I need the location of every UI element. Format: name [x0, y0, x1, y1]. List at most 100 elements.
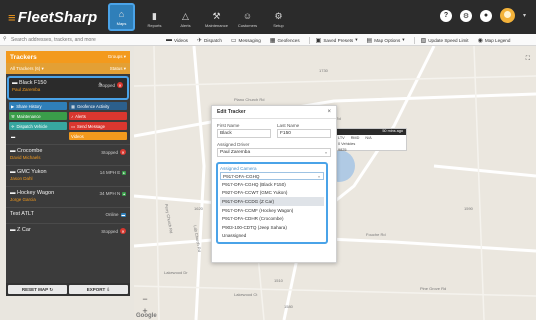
nav-maintenance[interactable]: ⚒ Maintenance — [201, 3, 232, 31]
close-icon[interactable]: × — [327, 109, 331, 115]
camera-option-unassigned[interactable]: Unassigned — [220, 232, 324, 241]
assigned-camera-label: Assigned Camera — [220, 166, 257, 171]
moving-icon: ▴ — [122, 191, 126, 196]
message-icon: ▭ — [71, 123, 75, 129]
tracker-item[interactable]: ▬ Crocombe David Michaels Stopped ✕ — [6, 144, 130, 165]
stopped-icon: ✕ — [120, 228, 126, 234]
videos-button[interactable]: ▬ Videos — [166, 37, 188, 43]
road-east — [433, 164, 536, 178]
road-s-church — [192, 46, 206, 320]
road-label: 1510 — [274, 278, 283, 283]
road-label: 1730 — [319, 68, 328, 73]
reset-map-button[interactable]: RESET MAP ↻ — [8, 285, 67, 294]
export-button[interactable]: EXPORT ⇩ — [69, 285, 128, 294]
search-input[interactable] — [4, 36, 130, 44]
last-name-group: Last Name F150 — [277, 123, 331, 138]
camera-option[interactable]: P917-DFA-CDHR (Crocombe) — [220, 214, 324, 223]
nav-customers[interactable]: ☺ Customers — [232, 3, 263, 31]
chevron-down-icon[interactable]: ▾ — [523, 12, 526, 19]
camera-option[interactable]: P917-DFA-CGHQ (Black F150) — [220, 180, 324, 189]
tracker-item-selected[interactable]: ▬ Black F150 Paul Zaremba ✎ Stopped ✕ — [7, 76, 129, 100]
wrench-icon: ⚒ — [11, 113, 15, 119]
map-options-button[interactable]: ▤ Map Options ▾ — [367, 37, 405, 44]
dispatch-button[interactable]: ✈ Dispatch — [197, 37, 222, 44]
logo-icon: ≡ — [8, 10, 16, 25]
fullscreen-icon[interactable]: ⛶ — [526, 56, 530, 63]
nav-reports[interactable]: ▮ Reports — [139, 3, 170, 31]
main-nav: ⌂ Maps ▮ Reports △ Alerts ⚒ Maintenance … — [108, 3, 294, 31]
status-sort-dropdown[interactable]: Status ▾ — [110, 66, 126, 72]
save-icon: ▣ — [315, 37, 322, 44]
camera-option[interactable]: P927-DFA-CCWT (GMC Yukon) — [220, 189, 324, 198]
last-name-field[interactable]: F150 — [277, 129, 331, 138]
sidebar-title: Trackers — [10, 53, 37, 61]
assigned-driver-select[interactable]: Paul Zaremba ▿ — [217, 148, 331, 157]
tracker-driver: Jason Dahl — [10, 176, 33, 181]
message-icon: ▭ — [230, 37, 237, 44]
camera-option-highlighted[interactable]: P917-DFA-CCDG (Z Car) — [220, 197, 324, 206]
bell-icon: △ — [182, 11, 189, 21]
moving-icon: ▸ — [122, 170, 126, 175]
road-label: Fouche Rd — [366, 232, 386, 237]
tracker-item[interactable]: ▬ GMC Yukon Jason Dahl 14 MPH E ▸ — [6, 165, 130, 186]
toolbar-tools: ▬ Videos ✈ Dispatch ▭ Messaging ▦ Geofences … — [166, 35, 510, 45]
bar-chart-icon: ▮ — [152, 11, 157, 21]
road-label: Lakewood Dr — [164, 270, 188, 275]
wrench-icon: ⚒ — [212, 11, 221, 21]
sidebar-footer: RESET MAP ↻ EXPORT ⇩ — [6, 283, 130, 296]
chevron-down-icon: ▿ — [317, 174, 320, 179]
tracker-filter-dropdown[interactable]: All Trackers (6) ▾ — [10, 66, 44, 72]
camera-action-button[interactable]: ▬ — [9, 132, 67, 140]
video-icon: ▬ — [166, 37, 172, 43]
dispatch-vehicle-button[interactable]: ✈ Dispatch Vehicle — [9, 122, 67, 130]
dispatch-icon: ✈ — [196, 37, 202, 44]
tracker-item[interactable]: ▬ Z Car Stopped ✕ — [6, 223, 130, 239]
send-message-button[interactable]: ▭ Send Message — [69, 122, 127, 130]
help-icon[interactable]: ? — [439, 9, 452, 22]
nav-alerts[interactable]: △ Alerts — [170, 3, 201, 31]
refresh-icon: ↻ — [49, 286, 54, 292]
fleetsharp-logo[interactable]: ≡ FleetSharp — [8, 9, 97, 26]
share-history-button[interactable]: ▶ Share History — [9, 102, 67, 110]
first-name-field[interactable]: Black — [217, 129, 271, 138]
geofences-button[interactable]: ▦ Geofences — [270, 37, 300, 44]
road-label: Lakewood Ct — [234, 292, 258, 297]
chevron-down-icon: ▿ — [324, 150, 327, 155]
online-icon: ▬ — [120, 212, 126, 217]
groups-dropdown[interactable]: Groups ▾ — [108, 54, 126, 60]
tracker-item[interactable]: ▬ Hockey Wagon Jorge Garcia 34 MPH N ▴ — [6, 186, 130, 207]
stopped-icon: ✕ — [120, 149, 126, 155]
tracker-item[interactable]: Test ATLT Online ▬ — [6, 207, 130, 223]
zoom-out-button[interactable]: − — [140, 294, 150, 304]
tracker-status: 14 MPH E ▸ — [99, 170, 126, 175]
saved-presets-button[interactable]: ▣ Saved Presets ▾ — [308, 36, 358, 44]
nav-maps[interactable]: ⌂ Maps — [108, 3, 135, 31]
maintenance-button[interactable]: ⚒ Maintenance — [9, 112, 67, 120]
settings-icon[interactable]: ⚙ — [459, 9, 472, 22]
geofence-activity-button[interactable]: ▦ Geofence Activity — [69, 102, 127, 110]
top-right-controls: ? ⚙ ● ▾ — [439, 8, 526, 23]
map-toolbar: ⚲ ▬Videos ✈Dispatch ▭Messaging ▦Geofence… — [0, 34, 536, 46]
update-speed-limit-button[interactable]: ▧ Update Speed Limit — [413, 36, 469, 44]
alerts-button[interactable]: ♪ Alerts — [69, 112, 127, 120]
map-legend-button[interactable]: ◉ Map Legend — [478, 37, 511, 44]
messaging-button[interactable]: ▭ Messaging — [231, 37, 261, 44]
notifications-icon[interactable]: ● — [479, 9, 492, 22]
gear-icon: ⚙ — [274, 11, 283, 21]
camera-option[interactable]: P917-DFA-CCMF (Hockey Wagon) — [220, 206, 324, 215]
road-label: 1590 — [464, 206, 473, 211]
nav-setup[interactable]: ⚙ Setup — [263, 3, 294, 31]
assigned-camera-select[interactable]: P917-DFA-CGHQ ▿ — [220, 172, 324, 180]
tracker-status: Online ▬ — [105, 212, 126, 217]
last-name-label: Last Name — [277, 123, 300, 128]
first-name-group: First Name Black — [217, 123, 271, 138]
videos-action-button[interactable]: Videos — [69, 132, 127, 140]
map-icon: ⌂ — [118, 9, 125, 19]
camera-option[interactable]: P903-100-CDTQ (Jeep Sahara) — [220, 223, 324, 232]
user-avatar[interactable] — [499, 8, 515, 23]
tracker-status: Stopped ✕ — [101, 149, 126, 155]
road-label: Pine Grove Rd — [420, 286, 447, 291]
tracker-actions: ▶ Share History ▦ Geofence Activity ⚒ Maint… — [6, 100, 130, 142]
stopped-icon: ✕ — [117, 82, 123, 88]
tracker-list: ▬ Crocombe David Michaels Stopped ✕ ▬ GMC… — [6, 144, 130, 239]
